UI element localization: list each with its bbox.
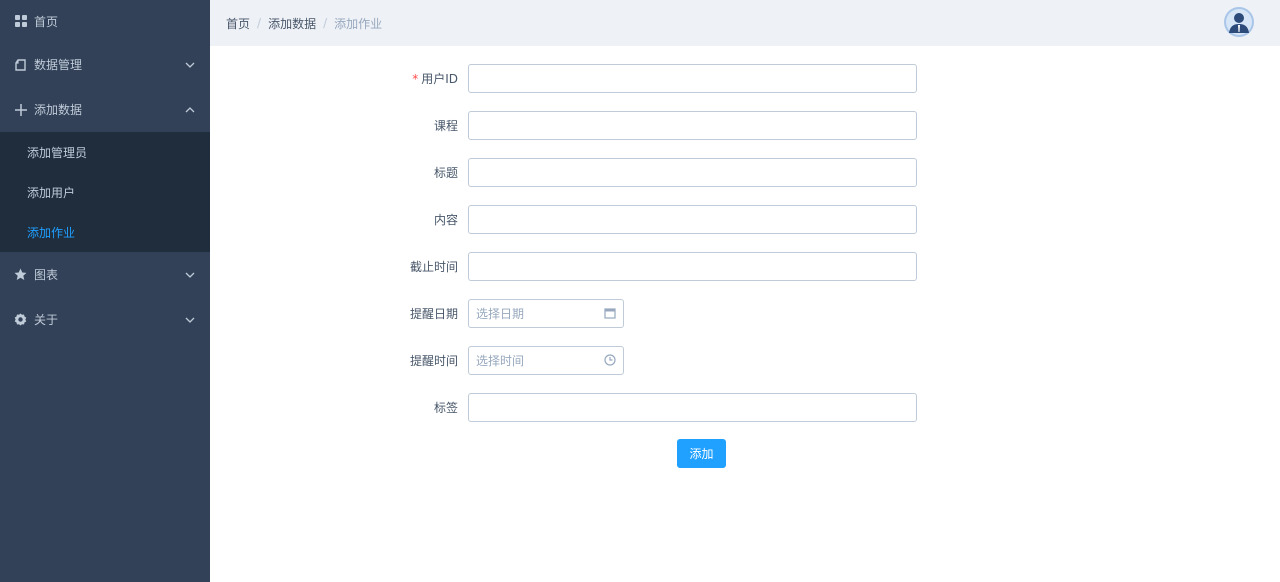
sidebar-item-home[interactable]: 首页 — [0, 0, 210, 42]
sidebar-item-charts[interactable]: 图表 — [0, 252, 210, 297]
breadcrumb-separator: / — [323, 16, 328, 30]
title-label: 标题 — [433, 165, 458, 180]
form-row-deadline: 截止时间 — [380, 251, 917, 281]
form-row-title: 标题 — [380, 157, 917, 187]
content-label: 内容 — [433, 212, 458, 227]
title-input[interactable] — [468, 157, 917, 187]
remind-time-label: 提醒时间 — [409, 353, 458, 368]
chevron-up-icon — [184, 104, 196, 116]
form-row-content: 内容 — [380, 204, 917, 234]
breadcrumb-current: 添加作业 — [334, 16, 383, 31]
form-row-remind-time: 提醒时间 选择时间 — [380, 345, 624, 375]
sidebar-item-label: 首页 — [34, 14, 59, 29]
content-input[interactable] — [468, 204, 917, 234]
star-icon — [14, 268, 27, 281]
sidebar-item-label: 添加数据 — [34, 103, 83, 117]
sidebar-item-add-admin[interactable]: 添加管理员 — [0, 132, 210, 172]
required-mark: * — [412, 71, 419, 86]
chevron-down-icon — [184, 269, 196, 281]
remind-date-picker[interactable]: 选择日期 — [468, 298, 624, 328]
grid-icon — [14, 15, 27, 28]
deadline-label: 截止时间 — [409, 259, 458, 274]
user-id-label: * 用户ID — [412, 71, 458, 86]
calendar-icon — [604, 307, 616, 319]
remind-date-placeholder: 选择日期 — [476, 306, 525, 321]
header: 首页 / 添加数据 / 添加作业 — [210, 0, 1280, 46]
gear-icon — [14, 313, 27, 326]
remind-time-picker[interactable]: 选择时间 — [468, 345, 624, 375]
document-icon — [14, 58, 27, 71]
breadcrumb: 首页 / 添加数据 / 添加作业 — [210, 15, 382, 32]
chevron-down-icon — [184, 59, 196, 71]
avatar[interactable] — [1224, 7, 1254, 37]
breadcrumb-separator: / — [257, 16, 262, 30]
user-id-input[interactable] — [468, 63, 917, 93]
sidebar-item-data-management[interactable]: 数据管理 — [0, 42, 210, 87]
form-row-user-id: * 用户ID — [380, 63, 917, 93]
sidebar-item-label: 图表 — [34, 268, 59, 282]
form-row-course: 课程 — [380, 110, 917, 140]
add-button[interactable]: 添加 — [677, 439, 726, 468]
breadcrumb-home[interactable]: 首页 — [226, 15, 250, 32]
submenu-add-data: 添加管理员 添加用户 添加作业 — [0, 132, 210, 252]
sidebar-item-about[interactable]: 关于 — [0, 297, 210, 342]
chevron-down-icon — [184, 314, 196, 326]
tags-label: 标签 — [433, 400, 458, 415]
plus-icon — [14, 103, 27, 116]
course-input[interactable] — [468, 110, 917, 140]
sidebar-item-label: 数据管理 — [34, 58, 83, 72]
clock-icon — [604, 354, 616, 366]
deadline-input[interactable] — [468, 251, 917, 281]
tags-input[interactable] — [468, 392, 917, 422]
remind-date-label: 提醒日期 — [409, 306, 458, 321]
sidebar: 首页 数据管理 添加数据 添加管理员 添加用户 添加作业 图表 关于 — [0, 0, 210, 582]
sidebar-item-add-data[interactable]: 添加数据 — [0, 87, 210, 132]
course-label: 课程 — [433, 118, 458, 133]
breadcrumb-add-data[interactable]: 添加数据 — [268, 15, 316, 32]
sidebar-item-add-user[interactable]: 添加用户 — [0, 172, 210, 212]
remind-time-placeholder: 选择时间 — [476, 353, 525, 368]
form-row-remind-date: 提醒日期 选择日期 — [380, 298, 624, 328]
sidebar-item-add-homework[interactable]: 添加作业 — [0, 212, 210, 252]
sidebar-item-label: 关于 — [34, 313, 59, 327]
form-row-tags: 标签 — [380, 392, 917, 422]
